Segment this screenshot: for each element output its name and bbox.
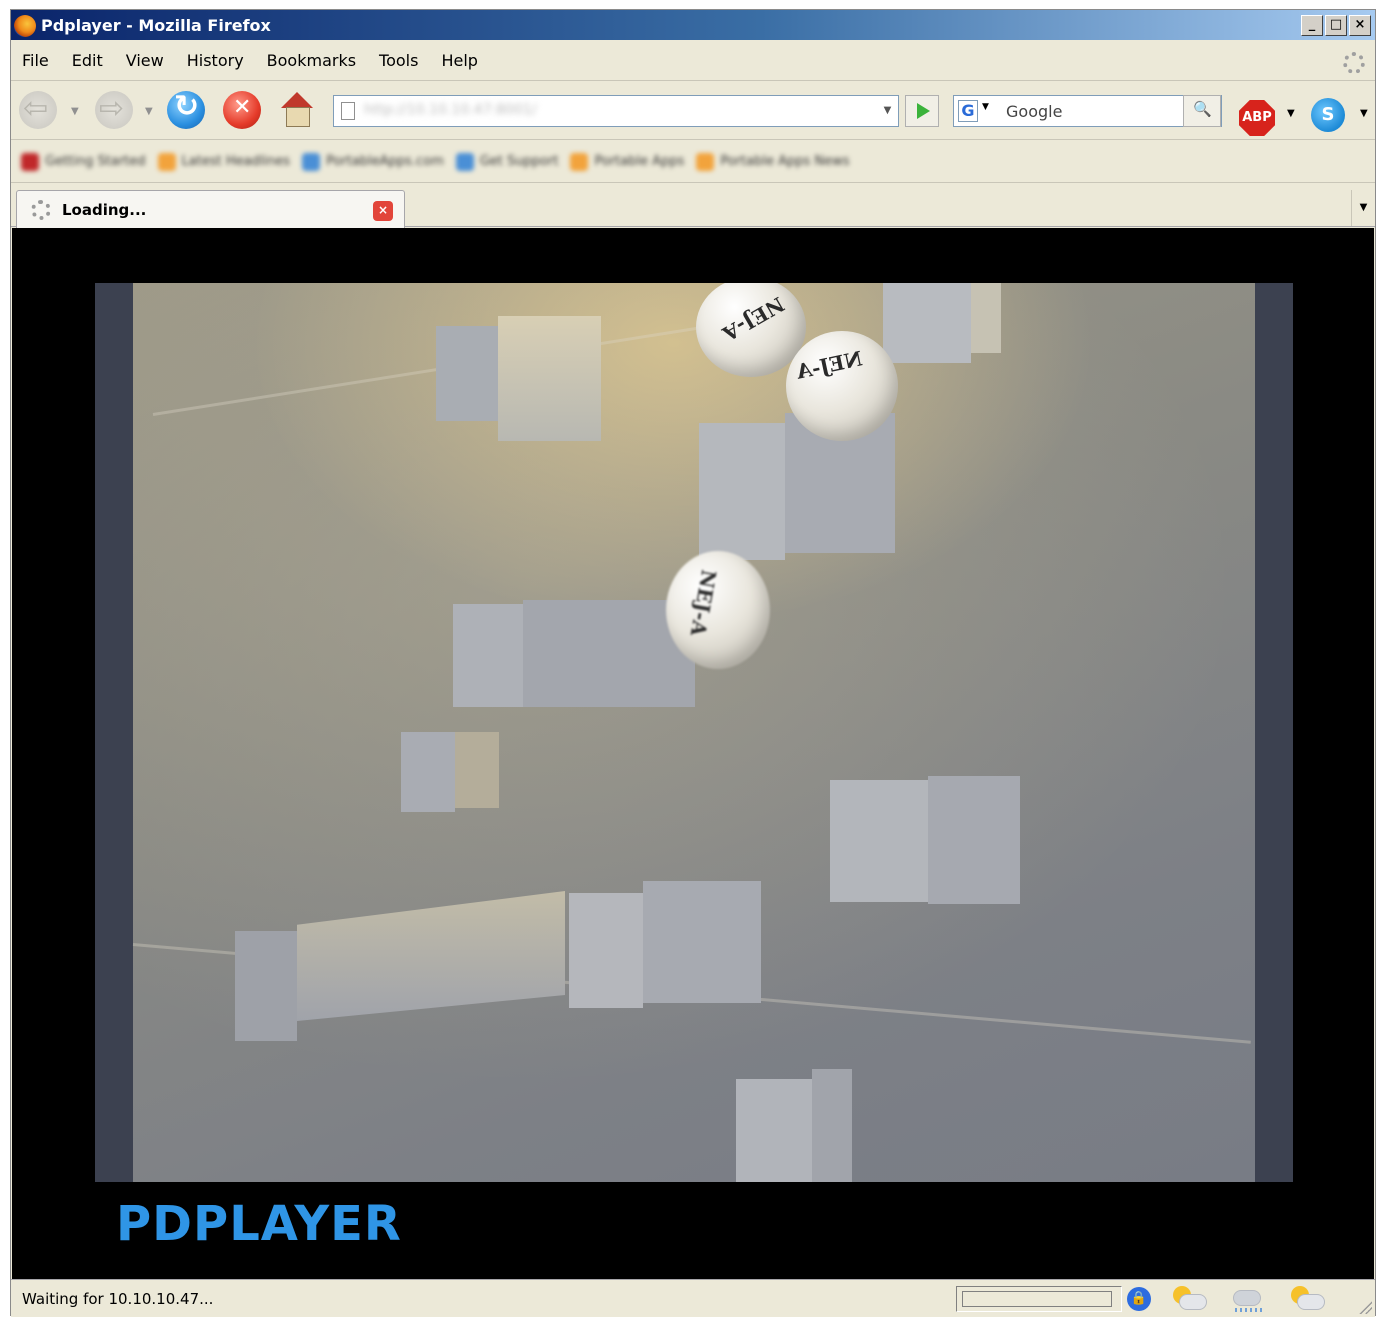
cube [736, 1069, 852, 1182]
bookmark-label: Portable Apps News [720, 154, 850, 169]
throbber-icon [1343, 52, 1365, 74]
menu-bookmarks[interactable]: Bookmarks [267, 51, 356, 70]
minimize-button[interactable]: _ [1301, 15, 1323, 36]
menu-bar: File Edit View History Bookmarks Tools H… [11, 41, 1375, 81]
bookmark-item[interactable]: Getting Started [21, 152, 146, 171]
title-bar[interactable]: Pdplayer - Mozilla Firefox _ □ × [11, 10, 1375, 40]
adblock-dropdown-icon[interactable]: ▼ [1287, 108, 1295, 119]
menu-tools[interactable]: Tools [379, 51, 418, 70]
reload-button[interactable] [167, 89, 205, 129]
cube [436, 316, 601, 441]
weather-partly-cloudy-icon[interactable] [1171, 1284, 1211, 1314]
menu-edit[interactable]: Edit [72, 51, 103, 70]
page-content: NEJ-A NEJ-A NEJ-A PDPLAYER [12, 228, 1374, 1279]
browser-window: Pdplayer - Mozilla Firefox _ □ × File Ed… [10, 9, 1376, 1317]
forward-history-dropdown-icon[interactable]: ▼ [145, 106, 153, 117]
bookmark-item[interactable]: PortableApps.com [302, 152, 444, 171]
search-engine-icon[interactable]: G [958, 100, 978, 122]
cube [569, 881, 761, 1008]
wall-groove [152, 325, 707, 416]
ball-label: NEJ-A [685, 568, 722, 638]
bookmark-label: Getting Started [45, 154, 146, 169]
bookmark-favicon-icon [302, 152, 321, 171]
loading-spinner-icon [31, 200, 51, 220]
bookmark-label: PortableApps.com [326, 154, 444, 169]
ball-label: NEJ-A [718, 291, 789, 347]
search-button[interactable] [1183, 95, 1221, 127]
golf-ball: NEJ-A [666, 551, 770, 669]
navigation-toolbar: ▼ ▼ http://10.10.10.47:8001/ ▼ G ▼ Googl… [11, 82, 1375, 140]
bookmark-item[interactable]: Portable Apps [570, 152, 685, 171]
tab-strip: Loading... × ▼ [11, 184, 1375, 228]
search-input[interactable]: G ▼ Google [953, 95, 1222, 127]
bookmark-favicon-icon [21, 152, 39, 171]
bookmark-label: Latest Headlines [181, 154, 291, 169]
firefox-logo-icon [14, 15, 36, 37]
rss-feed-icon [157, 152, 176, 171]
cube [235, 891, 565, 1041]
bookmarks-toolbar: Getting Started Latest Headlines Portabl… [11, 141, 1375, 183]
progress-panel [956, 1286, 1122, 1312]
render-frame: NEJ-A NEJ-A NEJ-A [95, 283, 1293, 1182]
skype-dropdown-icon[interactable]: ▼ [1360, 108, 1368, 119]
back-button[interactable] [19, 91, 57, 129]
rss-feed-icon [570, 152, 589, 171]
golf-ball: NEJ-A [786, 331, 898, 441]
close-button[interactable]: × [1349, 15, 1371, 36]
menu-view[interactable]: View [126, 51, 164, 70]
resize-grip-icon[interactable] [1358, 1300, 1372, 1314]
weather-partly-cloudy-icon[interactable] [1289, 1284, 1329, 1314]
tab-list-dropdown[interactable]: ▼ [1351, 190, 1375, 226]
back-history-dropdown-icon[interactable]: ▼ [71, 106, 79, 117]
window-title: Pdplayer - Mozilla Firefox [41, 16, 271, 35]
weather-rain-icon[interactable] [1227, 1284, 1267, 1314]
ball-label: NEJ-A [794, 346, 865, 384]
pdplayer-logo: PDPLAYER [116, 1196, 402, 1252]
menu-history[interactable]: History [187, 51, 244, 70]
golf-ball: NEJ-A [696, 283, 806, 377]
progress-bar [962, 1291, 1112, 1307]
url-text: http://10.10.10.47:8001/ [364, 102, 537, 118]
stop-button[interactable] [223, 91, 261, 129]
url-input[interactable]: http://10.10.10.47:8001/ [333, 95, 878, 127]
tab-loading[interactable]: Loading... × [16, 190, 405, 228]
forward-button[interactable] [95, 91, 133, 129]
adblock-plus-button[interactable]: ABP [1239, 100, 1275, 136]
rss-feed-icon [696, 152, 715, 171]
url-history-dropdown[interactable]: ▼ [877, 95, 899, 127]
search-engine-dropdown-icon[interactable]: ▼ [982, 102, 989, 112]
menu-help[interactable]: Help [441, 51, 477, 70]
status-text: Waiting for 10.10.10.47... [22, 1290, 214, 1308]
search-placeholder: Google [1006, 102, 1063, 121]
bookmark-item[interactable]: Get Support [455, 152, 559, 171]
cube [453, 600, 695, 707]
bookmark-label: Portable Apps [594, 154, 685, 169]
bookmark-favicon-icon [455, 152, 474, 171]
cube [883, 283, 1001, 363]
skype-button[interactable]: S [1311, 98, 1345, 132]
rendered-image: NEJ-A NEJ-A NEJ-A [132, 283, 1255, 1182]
page-icon [341, 102, 355, 120]
tab-close-icon[interactable]: × [373, 201, 393, 221]
home-button[interactable] [279, 92, 315, 128]
tab-title: Loading... [62, 201, 147, 219]
status-bar: Waiting for 10.10.10.47... 🔒 [11, 1279, 1375, 1317]
bookmark-item[interactable]: Latest Headlines [157, 152, 291, 171]
cube [401, 732, 499, 812]
go-button[interactable] [905, 95, 939, 127]
cube [830, 776, 1020, 904]
security-lock-icon[interactable]: 🔒 [1127, 1287, 1151, 1311]
maximize-button[interactable]: □ [1325, 15, 1347, 36]
bookmark-item[interactable]: Portable Apps News [696, 152, 850, 171]
menu-file[interactable]: File [22, 51, 49, 70]
bookmark-label: Get Support [479, 154, 559, 169]
